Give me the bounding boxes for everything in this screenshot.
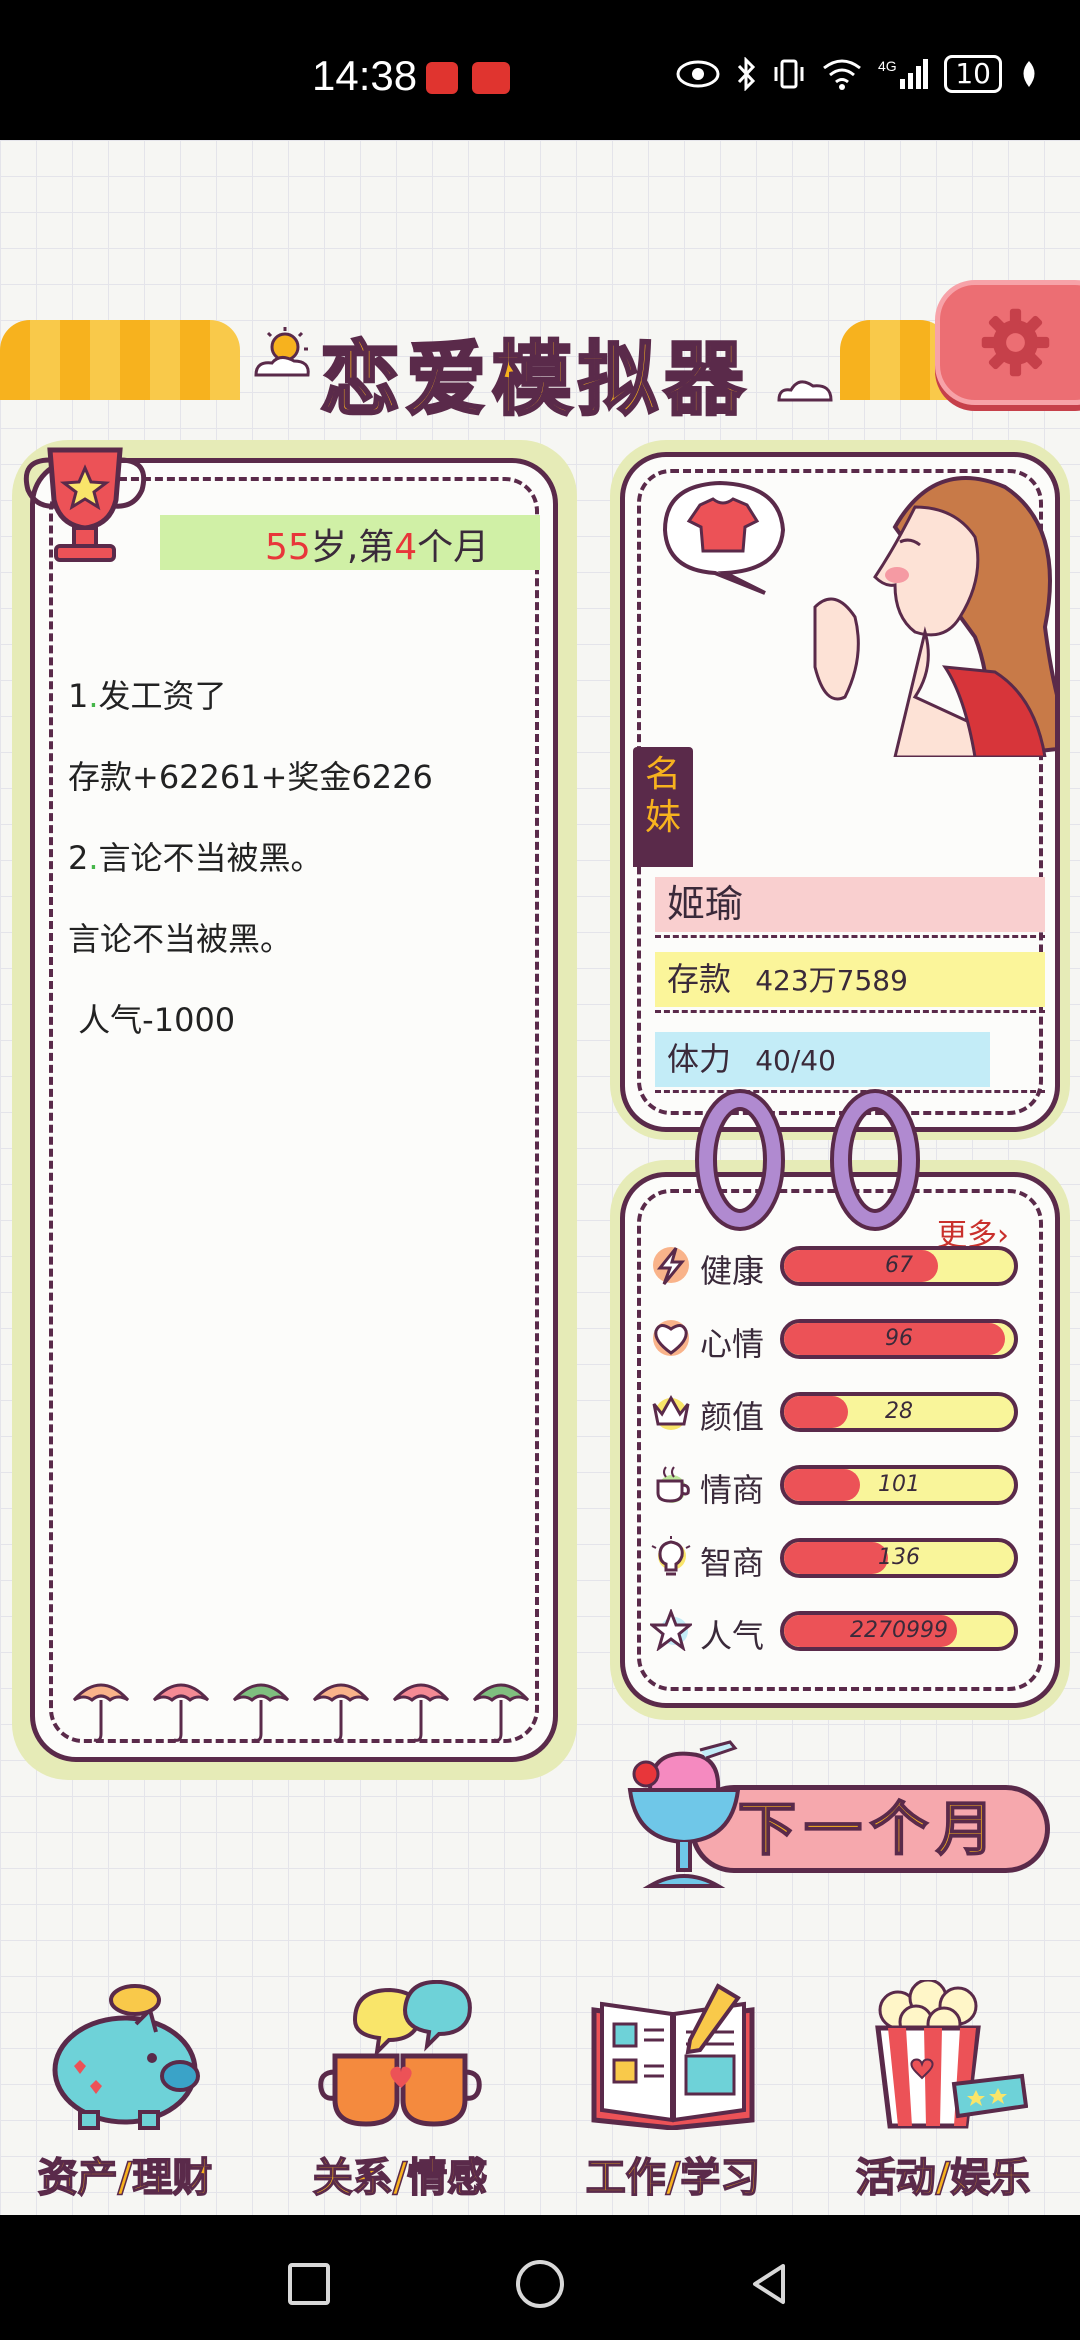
stamina-field: 体力 40/40	[655, 1032, 990, 1087]
back-button[interactable]	[745, 2260, 793, 2308]
age-suffix: 岁,第	[310, 527, 395, 568]
coffee-cups-icon	[318, 1979, 482, 2127]
title-banner-right	[840, 320, 950, 400]
umbrella-decoration	[70, 1670, 532, 1745]
tea-cup-icon	[656, 1466, 690, 1503]
menu-label: 工作/学习	[585, 2154, 761, 2202]
umbrella-icon	[312, 1683, 370, 1742]
news-notification-icon	[472, 62, 510, 94]
event-line: 1.发工资了	[68, 677, 227, 715]
eye-icon	[676, 60, 720, 88]
savings-label: 存款	[667, 960, 732, 998]
event-line: 存款+62261+奖金6226	[68, 758, 433, 796]
app-notification-icon	[426, 62, 458, 94]
stat-value: 136	[878, 1545, 920, 1570]
trophy-icon	[23, 447, 147, 562]
age-month-label: 55岁,第4个月	[265, 518, 489, 570]
stat-row-health: 健康 67	[650, 1240, 1020, 1290]
menu-relationships[interactable]: 关系/情感	[275, 1970, 525, 2210]
sun-cloud-icon	[254, 327, 310, 377]
battery-icon: 10	[944, 55, 1002, 93]
stat-row-looks: 颜值 28	[650, 1386, 1020, 1436]
menu-label: 活动/娱乐	[855, 2154, 1031, 2202]
ice-cream-sundae-icon	[627, 1740, 741, 1888]
settings-button[interactable]	[935, 280, 1080, 405]
umbrella-icon	[72, 1683, 130, 1742]
stat-value: 2270999	[850, 1618, 948, 1643]
event-line: 言论不当被黑。	[68, 920, 293, 958]
cloud-icon	[777, 380, 833, 402]
menu-activities[interactable]: 活动/娱乐	[818, 1970, 1068, 2210]
stat-value: 101	[878, 1472, 920, 1497]
leaf-icon	[1023, 61, 1035, 87]
title-banner-left	[0, 320, 240, 400]
status-icons: 4G 10	[676, 55, 1040, 93]
umbrella-icon	[232, 1683, 290, 1742]
vibrate-icon	[774, 59, 804, 89]
savings-value: 423万7589	[755, 964, 908, 997]
app-title: 恋爱模拟器	[319, 332, 750, 428]
recent-apps-button[interactable]	[288, 2263, 330, 2305]
game-screen: 恋爱模拟器 55岁,第4个月 1.发工资了 存款+62261+奖金6226 2.…	[0, 140, 1080, 2215]
profile-card[interactable]: 名妹 姬瑜 存款 423万7589 体力 40/40	[610, 440, 1070, 1140]
stat-value: 28	[885, 1399, 913, 1424]
menu-assets-finance[interactable]: 资产/理财	[0, 1970, 250, 2210]
event-line: 人气-1000	[68, 1001, 236, 1039]
event-log-panel	[12, 440, 577, 1780]
lightning-icon	[653, 1247, 689, 1285]
heart-icon	[653, 1320, 689, 1356]
piggy-bank-icon	[52, 1984, 200, 2130]
menu-label: 资产/理财	[37, 2154, 213, 2202]
menu-label: 关系/情感	[312, 2154, 488, 2202]
month-number: 4	[394, 527, 418, 568]
umbrella-icon	[472, 1683, 530, 1742]
gear-icon	[981, 308, 1050, 377]
umbrella-icon	[152, 1683, 210, 1742]
stamina-label: 体力	[667, 1040, 732, 1078]
title-badge: 名妹	[633, 747, 693, 867]
binder-rings	[695, 1089, 920, 1231]
popcorn-icon	[875, 1978, 1029, 2129]
stat-row-mood: 心情 96	[650, 1313, 1020, 1363]
stat-value: 67	[885, 1253, 913, 1278]
svg-text:4G: 4G	[878, 58, 897, 74]
savings-field: 存款 423万7589	[655, 952, 1045, 1007]
star-icon	[650, 1609, 692, 1651]
character-name: 姬瑜	[655, 877, 1045, 932]
system-nav-bar	[0, 2215, 1080, 2340]
open-book-icon	[591, 1983, 755, 2131]
stat-row-popularity: 人气 2270999	[650, 1605, 1020, 1655]
home-button[interactable]	[516, 2260, 564, 2308]
lightbulb-icon	[651, 1536, 691, 1576]
status-time: 14:38	[312, 52, 418, 99]
bluetooth-icon	[738, 57, 756, 91]
event-list: 1.发工资了 存款+62261+奖金6226 2.言论不当被黑。 言论不当被黑。…	[68, 680, 538, 1085]
stat-row-iq: 智商 136	[650, 1532, 1020, 1582]
stamina-value: 40/40	[755, 1044, 836, 1077]
crown-icon	[652, 1394, 690, 1430]
age-number: 55	[265, 527, 311, 568]
wifi-icon	[823, 59, 862, 90]
shirt-icon[interactable]	[655, 475, 795, 595]
4g-signal-icon: 4G	[878, 58, 929, 89]
event-line: 2.言论不当被黑。	[68, 839, 323, 877]
stat-row-eq: 情商 101	[650, 1459, 1020, 1509]
menu-work-study[interactable]: 工作/学习	[548, 1970, 798, 2210]
month-suffix: 个月	[417, 527, 490, 568]
umbrella-icon	[392, 1683, 450, 1742]
stat-value: 96	[885, 1326, 913, 1351]
status-bar: 14:38 4G 10	[0, 0, 1080, 140]
